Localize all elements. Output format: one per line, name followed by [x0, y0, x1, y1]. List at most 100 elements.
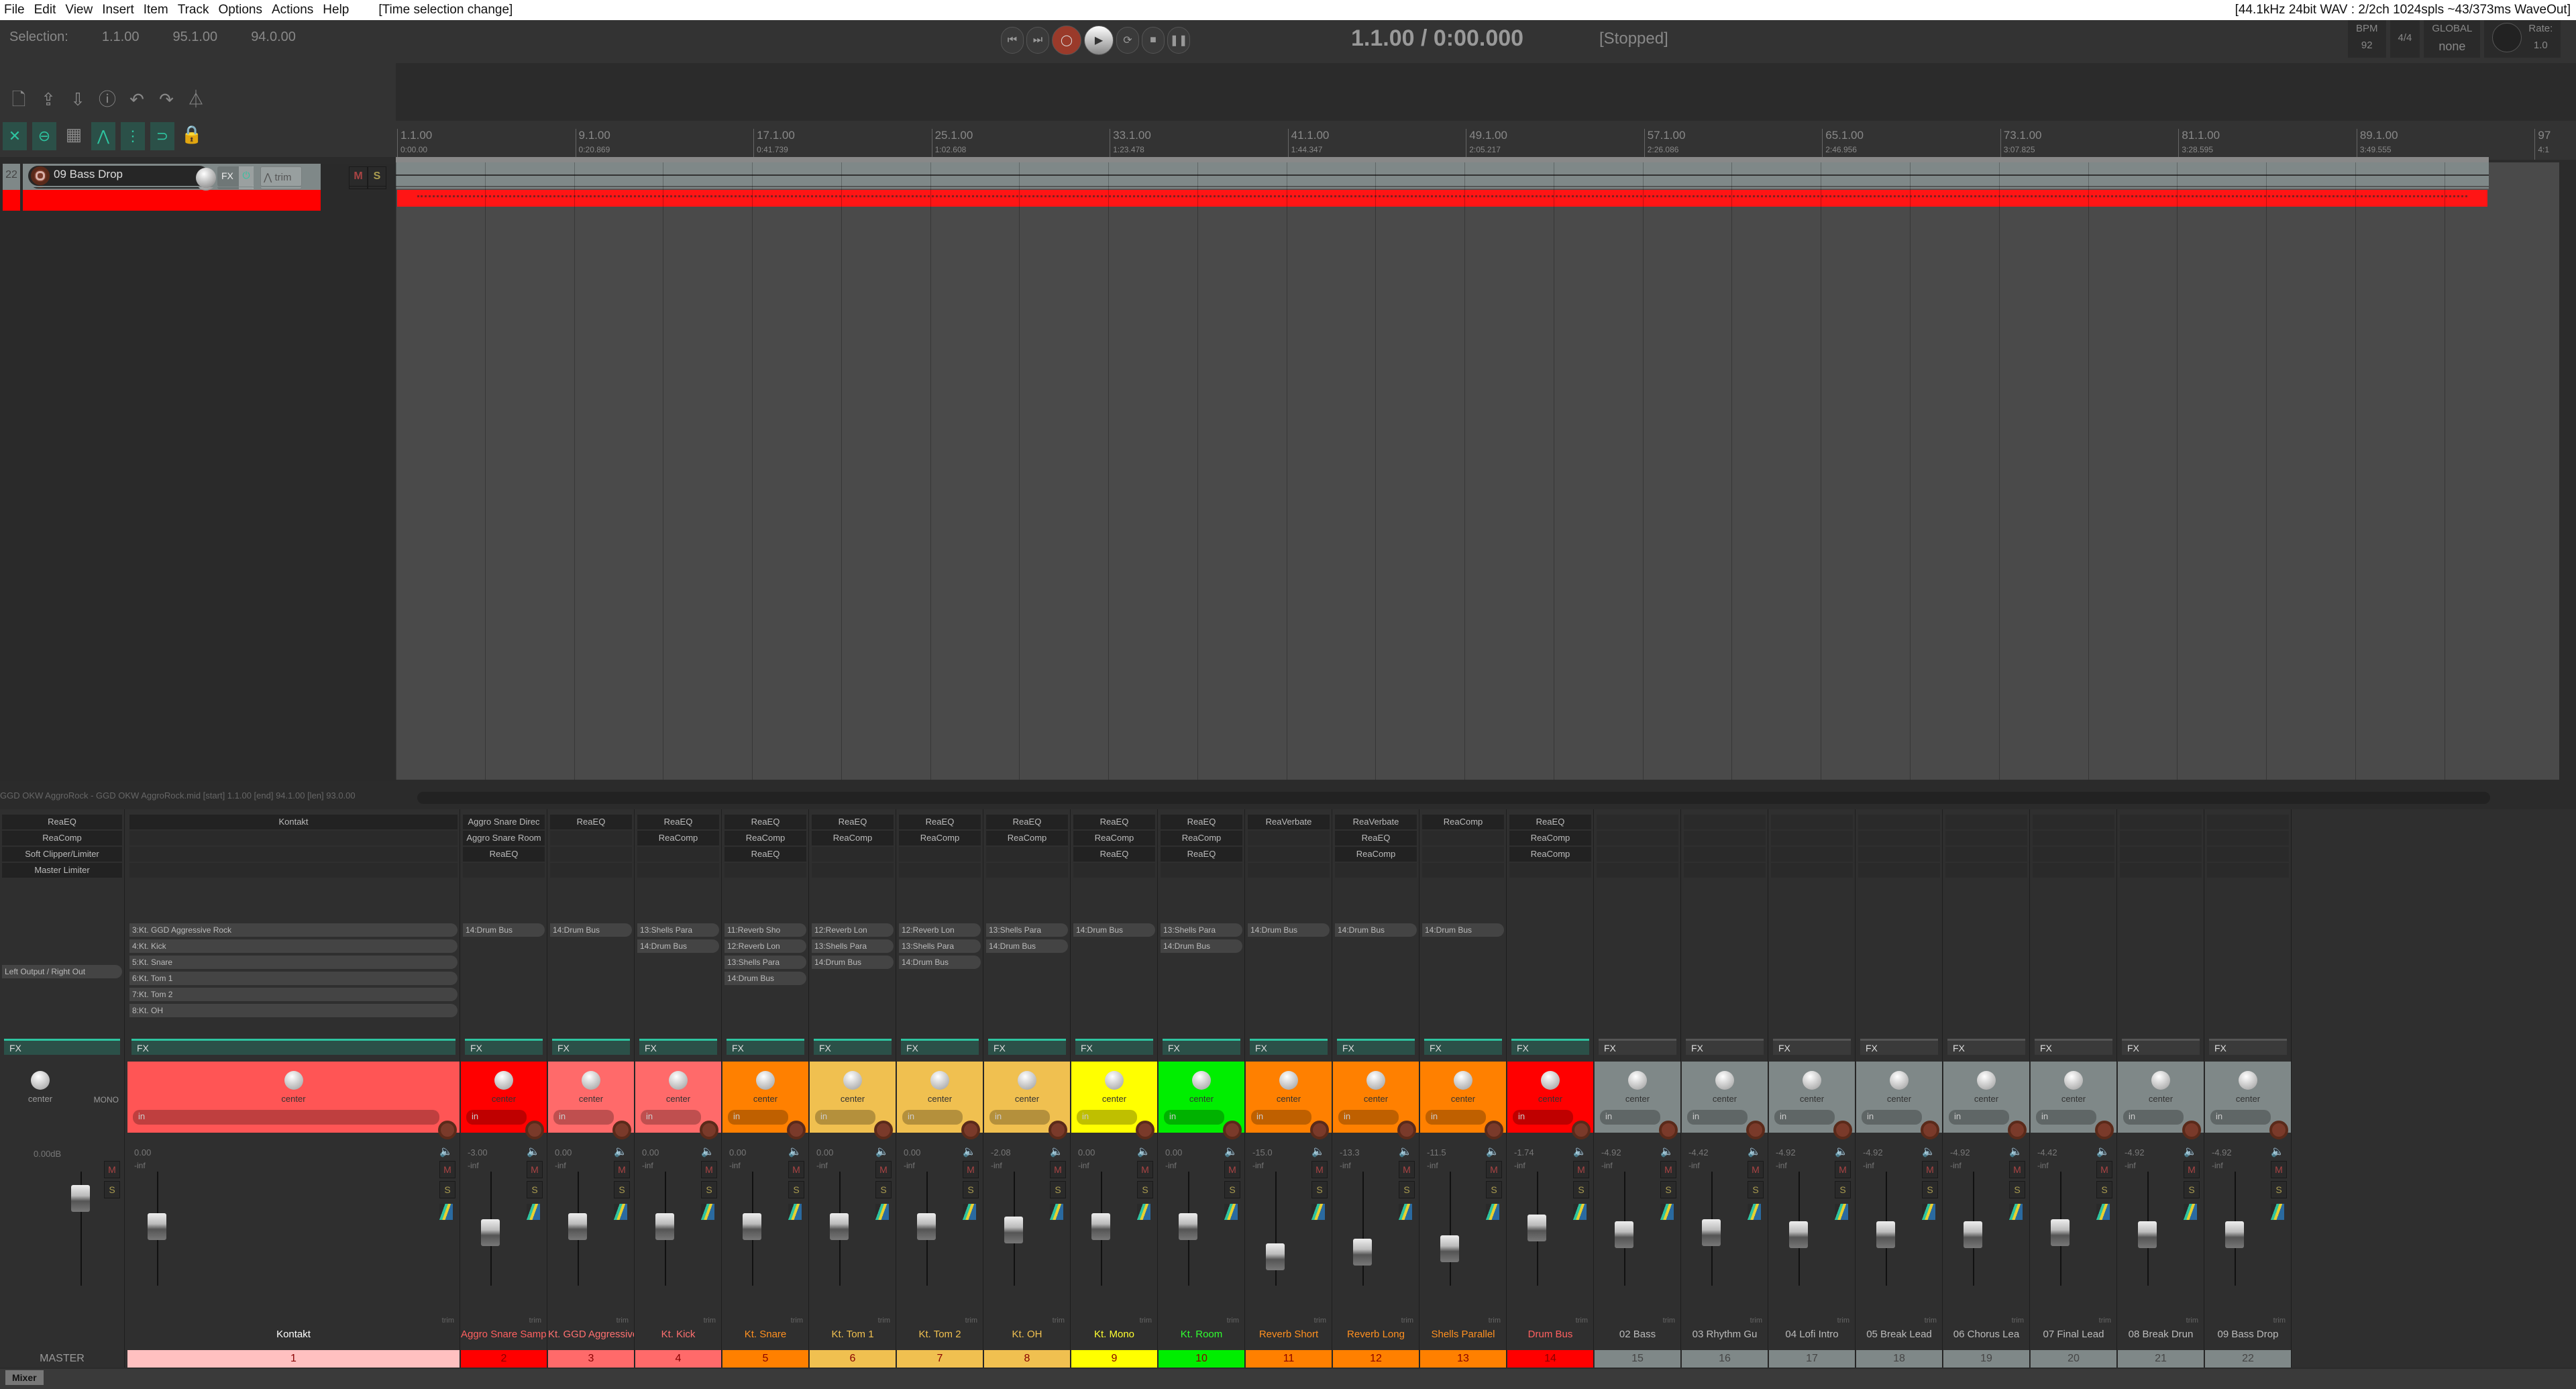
- send-slot[interactable]: 14:Drum Bus: [986, 939, 1068, 953]
- grid-icon[interactable]: ▦: [62, 122, 86, 146]
- empty-fx-slot[interactable]: [637, 863, 719, 878]
- empty-fx-slot[interactable]: [2120, 847, 2202, 862]
- stop-button[interactable]: ■: [1142, 27, 1165, 54]
- send-slot[interactable]: 13:Shells Para: [637, 923, 719, 937]
- empty-fx-slot[interactable]: [637, 847, 719, 862]
- record-arm-button[interactable]: [2182, 1121, 2201, 1139]
- fx-slot[interactable]: ReaEQ: [724, 847, 806, 862]
- strip-name[interactable]: Kt. Snare: [722, 1329, 808, 1340]
- menu-insert[interactable]: Insert: [102, 3, 134, 17]
- strip-fx-button[interactable]: FX: [1947, 1039, 2025, 1055]
- empty-fx-slot[interactable]: [899, 847, 981, 862]
- time-position[interactable]: 1.1.00 / 0:00.000: [1351, 25, 1523, 52]
- strip-name[interactable]: 08 Break Drun: [2118, 1329, 2204, 1340]
- empty-fx-slot[interactable]: [2033, 863, 2114, 878]
- fx-slot[interactable]: ReaComp: [724, 831, 806, 845]
- empty-fx-slot[interactable]: [2207, 847, 2289, 862]
- input-select[interactable]: in: [1251, 1110, 1311, 1125]
- volume-fader[interactable]: [743, 1213, 761, 1240]
- speaker-icon[interactable]: 🔈: [1137, 1145, 1150, 1158]
- fx-slot[interactable]: ReaEQ: [1161, 815, 1242, 829]
- volume-fader[interactable]: [1876, 1221, 1895, 1248]
- track-name[interactable]: 09 Bass Drop: [54, 168, 123, 181]
- track-lane[interactable]: [396, 162, 2489, 187]
- record-arm-button[interactable]: [1746, 1121, 1765, 1139]
- input-select[interactable]: in: [815, 1110, 875, 1125]
- empty-fx-slot[interactable]: [2120, 863, 2202, 878]
- repeat-button[interactable]: ⟳: [1116, 27, 1139, 54]
- empty-fx-slot[interactable]: [1945, 831, 2027, 845]
- send-slot[interactable]: 14:Drum Bus: [463, 923, 545, 937]
- fx-slot[interactable]: ReaEQ: [899, 815, 981, 829]
- empty-fx-slot[interactable]: [1684, 863, 1766, 878]
- route-button[interactable]: [2009, 1204, 2023, 1220]
- volume-fader[interactable]: [148, 1213, 166, 1240]
- solo-button[interactable]: S: [2271, 1181, 2287, 1198]
- pan-knob[interactable]: [1192, 1071, 1211, 1090]
- empty-fx-slot[interactable]: [1684, 831, 1766, 845]
- menu-edit[interactable]: Edit: [34, 3, 56, 17]
- volume-fader[interactable]: [568, 1213, 587, 1240]
- input-select[interactable]: in: [2210, 1110, 2271, 1125]
- strip-name[interactable]: Kt. Room: [1159, 1329, 1244, 1340]
- record-arm-button[interactable]: [1223, 1121, 1242, 1139]
- strip-name[interactable]: Kontakt: [127, 1329, 460, 1340]
- empty-fx-slot[interactable]: [1597, 831, 1678, 845]
- route-button[interactable]: [2184, 1204, 2197, 1220]
- mute-button[interactable]: M: [349, 166, 368, 187]
- solo-button[interactable]: S: [439, 1181, 455, 1198]
- ruler-mark[interactable]: 25.1.00 1:02.608: [931, 129, 973, 160]
- pan-knob[interactable]: [2151, 1071, 2170, 1090]
- speaker-icon[interactable]: 🔈: [1486, 1145, 1499, 1158]
- send-slot[interactable]: 13:Shells Para: [899, 939, 981, 953]
- empty-fx-slot[interactable]: [1248, 831, 1330, 845]
- send-slot[interactable]: 5:Kt. Snare: [129, 956, 458, 969]
- snap-magnet-icon[interactable]: ⊃: [150, 122, 174, 150]
- empty-fx-slot[interactable]: [1945, 863, 2027, 878]
- ruler-mark[interactable]: 89.1.00 3:49.555: [2356, 129, 2398, 160]
- empty-fx-slot[interactable]: [1248, 863, 1330, 878]
- empty-fx-slot[interactable]: [1248, 847, 1330, 862]
- strip-fx-button[interactable]: FX: [1163, 1039, 1240, 1055]
- speaker-icon[interactable]: 🔈: [1399, 1145, 1412, 1158]
- solo-button[interactable]: S: [1137, 1181, 1153, 1198]
- volume-fader[interactable]: [1353, 1238, 1372, 1266]
- speaker-icon[interactable]: 🔈: [2009, 1145, 2023, 1158]
- pan-knob[interactable]: [1890, 1071, 1909, 1090]
- mute-button[interactable]: M: [1922, 1161, 1938, 1178]
- strip-fx-button[interactable]: FX: [1075, 1039, 1153, 1055]
- track-panel[interactable]: 09 Bass Drop FX ⏻ ⋀ trim: [23, 164, 321, 188]
- send-slot[interactable]: 13:Shells Para: [986, 923, 1068, 937]
- strip-name[interactable]: Reverb Long: [1333, 1329, 1419, 1340]
- pan-knob[interactable]: [1279, 1071, 1298, 1090]
- play-button[interactable]: ▶: [1084, 25, 1114, 55]
- fx-button[interactable]: FX⏻: [217, 166, 254, 187]
- send-slot[interactable]: 4:Kt. Kick: [129, 939, 458, 953]
- input-select[interactable]: in: [1513, 1110, 1573, 1125]
- solo-button[interactable]: S: [2009, 1181, 2025, 1198]
- go-to-end-button[interactable]: ⏭: [1026, 27, 1049, 54]
- strip-fx-button[interactable]: FX: [2209, 1039, 2287, 1055]
- input-select[interactable]: in: [553, 1110, 614, 1125]
- ruler-mark[interactable]: 1.1.00 0:00.00: [397, 129, 432, 160]
- input-select[interactable]: in: [1862, 1110, 1922, 1125]
- speaker-icon[interactable]: 🔈: [963, 1145, 976, 1158]
- strip-fx-button[interactable]: FX: [988, 1039, 1066, 1055]
- fader-track[interactable]: [1450, 1172, 1451, 1286]
- strip-number[interactable]: 15: [1595, 1350, 1680, 1368]
- volume-fader[interactable]: [1615, 1221, 1633, 1248]
- empty-fx-slot[interactable]: [724, 863, 806, 878]
- speaker-icon[interactable]: 🔈: [875, 1145, 889, 1158]
- input-select[interactable]: in: [641, 1110, 701, 1125]
- master-fx-slot[interactable]: ReaComp: [2, 831, 122, 845]
- mute-button[interactable]: M: [2096, 1161, 2112, 1178]
- mono-button[interactable]: MONO: [94, 1095, 119, 1104]
- fx-slot[interactable]: ReaEQ: [724, 815, 806, 829]
- strip-fx-button[interactable]: FX: [1599, 1039, 1676, 1055]
- track-row[interactable]: 22 09 Bass Drop FX ⏻ ⋀ trim M S: [0, 164, 396, 189]
- mute-button[interactable]: M: [2184, 1161, 2200, 1178]
- speaker-icon[interactable]: 🔈: [527, 1145, 540, 1158]
- input-select[interactable]: in: [1600, 1110, 1660, 1125]
- fx-slot[interactable]: ReaComp: [1335, 847, 1417, 862]
- ripple-edit-icon[interactable]: ✕: [3, 122, 27, 150]
